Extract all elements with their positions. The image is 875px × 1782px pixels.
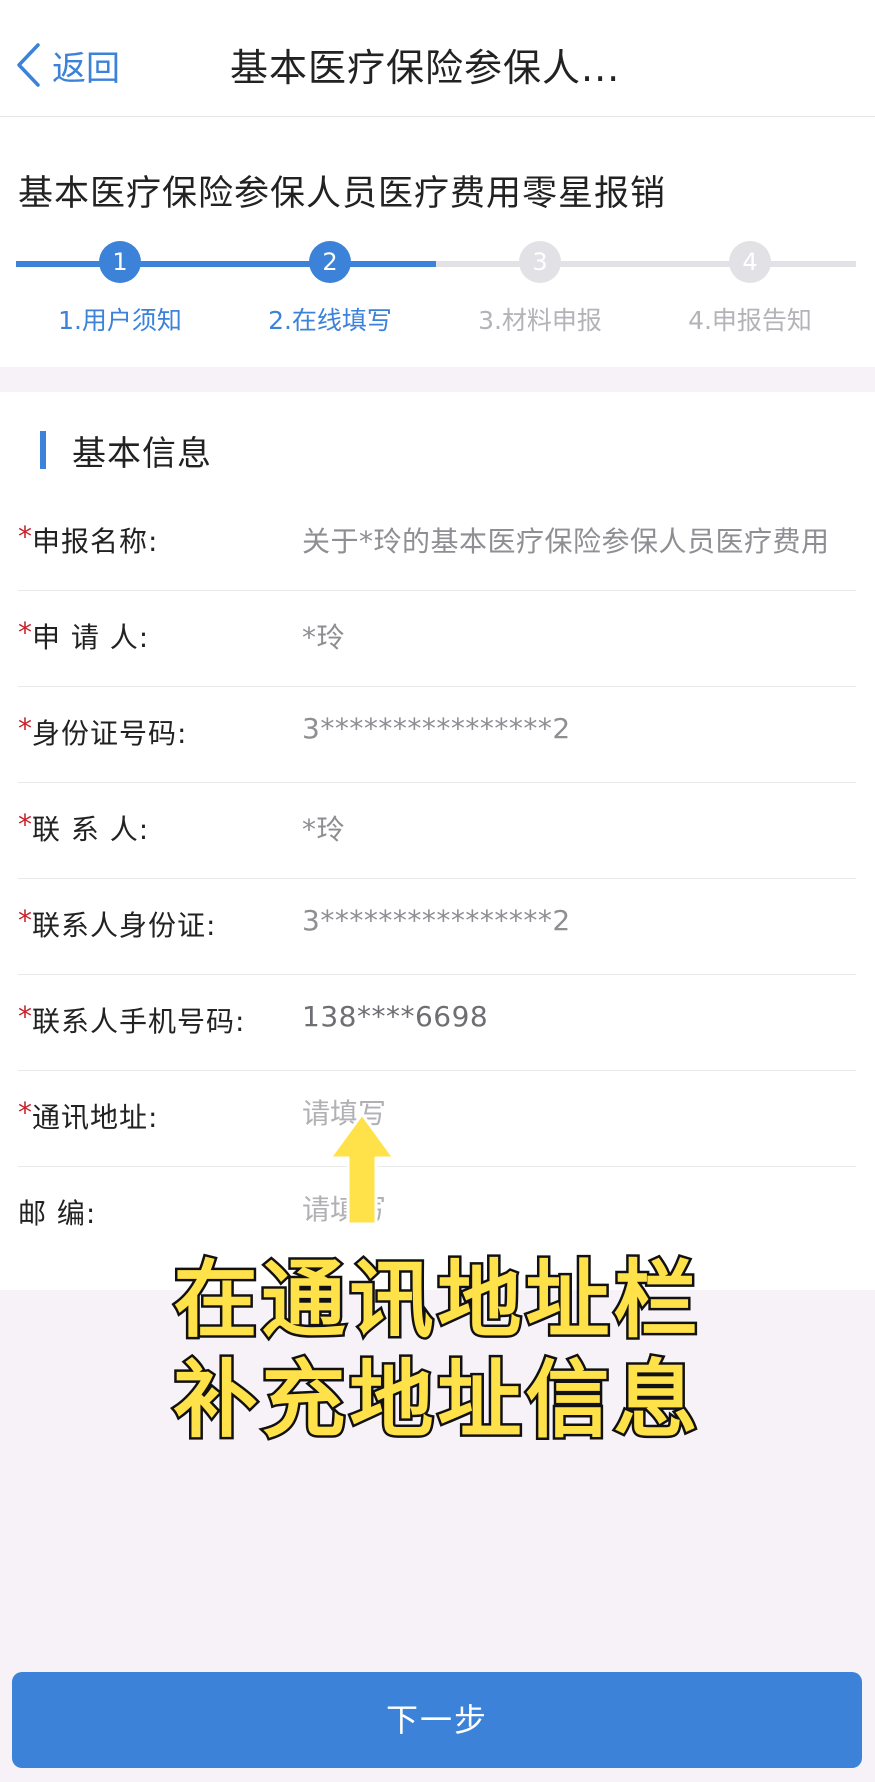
id-number-value: 3****************2 — [302, 712, 571, 745]
step-label: 4.申报告知 — [688, 306, 812, 335]
field-id-number: * 身份证号码: 3****************2 — [18, 686, 856, 783]
back-button[interactable]: 返回 — [14, 40, 120, 90]
required-mark: * — [18, 808, 32, 841]
applicant-value: *玲 — [302, 621, 346, 654]
field-postal-code: 邮 编: — [18, 1166, 856, 1262]
required-mark: * — [18, 904, 32, 937]
required-mark: * — [18, 1000, 32, 1033]
caption-line-1: 在通讯地址栏 — [171, 1249, 702, 1352]
page-title: 基本医疗保险参保人... — [230, 46, 621, 90]
field-label: 身份证号码: — [32, 717, 188, 750]
tutorial-caption: 在通讯地址栏 补充地址信息 — [0, 1249, 875, 1452]
step-user-notice: 1 1.用户须知 — [20, 241, 220, 337]
declaration-name-value: 关于*玲的基本医疗保险参保人员医疗费用 — [302, 525, 830, 558]
field-label: 申报名称: — [32, 525, 159, 558]
field-mailing-address: * 通讯地址: — [18, 1070, 856, 1167]
field-label: 申 请 人: — [32, 621, 150, 654]
field-label: 邮 编: — [18, 1197, 97, 1230]
next-step-button[interactable]: 下一步 — [12, 1672, 862, 1768]
arrow-up-icon — [328, 1112, 396, 1226]
contact-person-value: *玲 — [302, 813, 346, 846]
basic-info-form: 基本信息 * 申报名称: 关于*玲的基本医疗保险参保人员医疗费用 * 申 请 人… — [0, 392, 875, 1290]
field-contact-phone: * 联系人手机号码: 138****6698 — [18, 974, 856, 1071]
caption-line-2: 补充地址信息 — [171, 1349, 702, 1452]
field-label: 联 系 人: — [32, 813, 150, 846]
step-label: 2.在线填写 — [268, 306, 392, 335]
section-accent-bar — [40, 431, 46, 469]
step-number: 4 — [729, 241, 771, 283]
field-label: 通讯地址: — [32, 1101, 159, 1134]
contact-id-value: 3****************2 — [302, 904, 571, 937]
step-label: 3.材料申报 — [478, 306, 602, 335]
step-online-fill: 2 2.在线填写 — [230, 241, 430, 337]
required-mark: * — [18, 520, 32, 553]
required-mark: * — [18, 1096, 32, 1129]
section-header: 基本信息 — [40, 428, 212, 474]
step-number: 1 — [99, 241, 141, 283]
step-declaration-notice: 4 4.申报告知 — [650, 241, 850, 337]
form-title: 基本医疗保险参保人员医疗费用零星报销 — [18, 174, 667, 214]
section-title: 基本信息 — [72, 433, 212, 474]
contact-phone-value: 138****6698 — [302, 1000, 489, 1033]
field-contact-id: * 联系人身份证: 3****************2 — [18, 878, 856, 975]
chevron-left-icon — [17, 43, 40, 87]
progress-card: 基本医疗保险参保人员医疗费用零星报销 1 1.用户须知 2 2.在线填写 3 3… — [0, 117, 875, 367]
back-label: 返回 — [52, 48, 120, 89]
field-label: 联系人手机号码: — [32, 1005, 246, 1038]
required-mark: * — [18, 712, 32, 745]
step-label: 1.用户须知 — [58, 306, 182, 335]
step-number: 2 — [309, 241, 351, 283]
step-number: 3 — [519, 241, 561, 283]
step-material-submit: 3 3.材料申报 — [440, 241, 640, 337]
required-mark: * — [18, 616, 32, 649]
field-contact-person: * 联 系 人: *玲 — [18, 782, 856, 879]
field-label: 联系人身份证: — [32, 909, 217, 942]
nav-bar: 返回 基本医疗保险参保人... — [0, 0, 875, 117]
field-applicant: * 申 请 人: *玲 — [18, 590, 856, 687]
field-declaration-name: * 申报名称: 关于*玲的基本医疗保险参保人员医疗费用 — [18, 494, 856, 591]
